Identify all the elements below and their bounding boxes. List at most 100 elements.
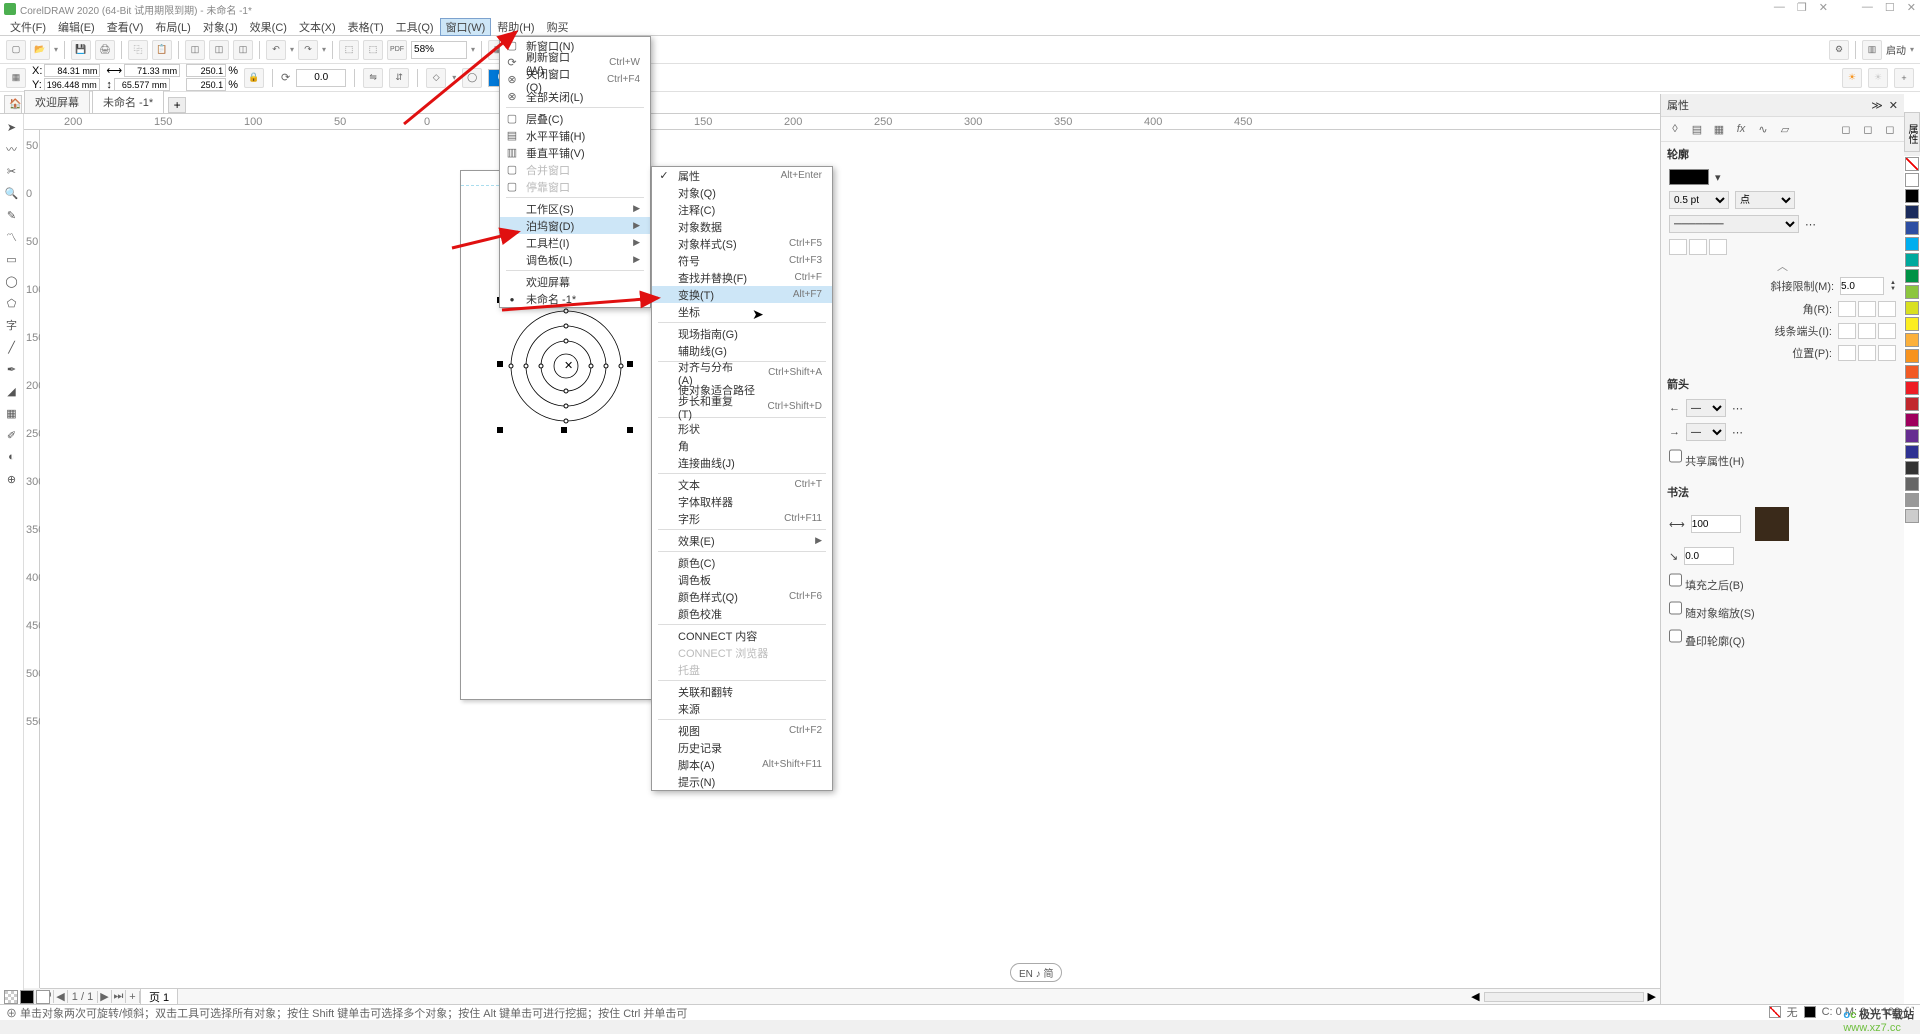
hscrollbar[interactable] <box>1484 992 1644 1002</box>
fx-tab-icon[interactable]: fx <box>1733 121 1749 137</box>
outline-tab-icon[interactable]: ◊ <box>1667 121 1683 137</box>
layout-icon[interactable]: ▥ <box>1862 40 1882 60</box>
pos-c[interactable] <box>1878 345 1896 361</box>
docker-menu-item[interactable]: 查找并替换(F)Ctrl+F <box>652 269 832 286</box>
no-color-swatch[interactable] <box>1905 157 1919 171</box>
page-next[interactable]: ▶ <box>98 990 112 1003</box>
page-prev[interactable]: ◀ <box>54 990 68 1003</box>
fill-tool[interactable]: ◐ <box>3 448 21 466</box>
arrow-start-more[interactable]: ⋯ <box>1732 402 1743 415</box>
color-swatch[interactable] <box>1905 381 1919 395</box>
menu-0[interactable]: 文件(F) <box>4 18 52 36</box>
miter-spinner[interactable]: ▲▼ <box>1890 280 1896 292</box>
color-swatch[interactable] <box>1905 317 1919 331</box>
outline-unit-select[interactable]: 点 <box>1735 191 1795 209</box>
tab-icon-c[interactable]: ◻ <box>1882 121 1898 137</box>
expand-up-icon[interactable]: ︿ <box>1661 258 1904 274</box>
eyedropper-tool[interactable]: ✐ <box>3 426 21 444</box>
page-add[interactable]: + <box>126 991 140 1003</box>
white-swatch[interactable] <box>36 990 50 1004</box>
dash-b[interactable] <box>1689 239 1707 255</box>
close-button[interactable]: ✕ <box>1819 1 1828 14</box>
cap-b[interactable] <box>1858 323 1876 339</box>
paste-button[interactable]: 📋 <box>152 40 172 60</box>
tab-icon-b[interactable]: ◻ <box>1860 121 1876 137</box>
color-swatch[interactable] <box>1905 477 1919 491</box>
redo-button[interactable]: ↷ <box>298 40 318 60</box>
color-swatch[interactable] <box>1905 301 1919 315</box>
zoom-input[interactable] <box>411 41 467 59</box>
docker-menu-item[interactable]: 颜色校准 <box>652 605 832 622</box>
bitmap-tab-icon[interactable]: ▱ <box>1777 121 1793 137</box>
color-dropdown-icon[interactable]: ▾ <box>1715 171 1721 184</box>
color-swatch[interactable] <box>1905 429 1919 443</box>
docker-menu-item[interactable]: 注释(C) <box>652 201 832 218</box>
open-button[interactable]: 📂 <box>30 40 50 60</box>
menu-6[interactable]: 文本(X) <box>293 18 342 36</box>
pen-tool[interactable]: ✒ <box>3 360 21 378</box>
pick-tool[interactable]: ➤ <box>3 118 21 136</box>
mirror-v-icon[interactable]: ⇵ <box>389 68 409 88</box>
page-tab[interactable]: 页 1 <box>140 988 178 1006</box>
window-menu-item[interactable]: ⊗全部关闭(L) <box>500 88 650 105</box>
curve-tab-icon[interactable]: ∿ <box>1755 121 1771 137</box>
align-icon2[interactable]: ☀ <box>1868 68 1888 88</box>
docker-side-tab[interactable]: 属性 <box>1904 112 1920 152</box>
window-menu-item[interactable]: 工具栏(I)▶ <box>500 234 650 251</box>
ellipse-tool[interactable]: ◯ <box>3 272 21 290</box>
hscroll-left[interactable]: ◀ <box>1467 990 1483 1003</box>
window-menu-item[interactable]: ⊗关闭窗口(Q)Ctrl+F4 <box>500 71 650 88</box>
window-menu-item[interactable]: 工作区(S)▶ <box>500 200 650 217</box>
transparency-tool[interactable]: ▦ <box>3 404 21 422</box>
no-fill-swatch[interactable] <box>4 990 18 1004</box>
copy-button[interactable]: ⿻ <box>128 40 148 60</box>
fill-icon[interactable]: ◇ <box>426 68 446 88</box>
docker-menu-item[interactable]: 历史记录 <box>652 739 832 756</box>
outline-width-select[interactable]: 0.5 pt <box>1669 191 1729 209</box>
hscroll-right[interactable]: ▶ <box>1644 990 1660 1003</box>
docker-menu-item[interactable]: 对象数据 <box>652 218 832 235</box>
pos-a[interactable] <box>1838 345 1856 361</box>
docker-menu-item[interactable]: 视图Ctrl+F2 <box>652 722 832 739</box>
docker-menu-item[interactable]: 变换(T)Alt+F7 <box>652 286 832 303</box>
width-input[interactable] <box>124 64 180 77</box>
dash-a[interactable] <box>1669 239 1687 255</box>
docker-menu-item[interactable]: 对象样式(S)Ctrl+F5 <box>652 235 832 252</box>
btn-a[interactable]: ◫ <box>185 40 205 60</box>
menu-8[interactable]: 工具(Q) <box>390 18 440 36</box>
freehand-tool[interactable]: ✎ <box>3 206 21 224</box>
docker-menu-item[interactable]: 来源 <box>652 700 832 717</box>
pos-x-input[interactable] <box>44 64 100 77</box>
pos-b[interactable] <box>1858 345 1876 361</box>
docker-menu-item[interactable]: 脚本(A)Alt+Shift+F11 <box>652 756 832 773</box>
color-swatch[interactable] <box>1905 509 1919 523</box>
color-swatch[interactable] <box>1905 365 1919 379</box>
overprint-checkbox[interactable]: 叠印轮廓(Q) <box>1669 627 1745 649</box>
docker-menu-item[interactable]: 字体取样器 <box>652 493 832 510</box>
rotation-input[interactable] <box>296 69 346 87</box>
btn-b[interactable]: ◫ <box>209 40 229 60</box>
corner-b[interactable] <box>1858 301 1876 317</box>
docker-menu-item[interactable]: 文本Ctrl+T <box>652 476 832 493</box>
cap-c[interactable] <box>1878 323 1896 339</box>
menu-2[interactable]: 查看(V) <box>101 18 150 36</box>
window-menu-item[interactable]: 欢迎屏幕 <box>500 273 650 290</box>
docker-menu-item[interactable]: 符号Ctrl+F3 <box>652 252 832 269</box>
print-button[interactable]: 🖨 <box>95 40 115 60</box>
transparency-tab-icon[interactable]: ▦ <box>1711 121 1727 137</box>
docker-menu-item[interactable]: 字形Ctrl+F11 <box>652 510 832 527</box>
polygon-tool[interactable]: ⬠ <box>3 294 21 312</box>
color-swatch[interactable] <box>1905 461 1919 475</box>
expand-icon[interactable]: ⊕ <box>3 470 21 488</box>
tab-icon-a[interactable]: ◻ <box>1838 121 1854 137</box>
window-menu-item[interactable]: 未命名 -1* <box>500 290 650 307</box>
docker-collapse-icon[interactable]: ≫ <box>1871 100 1883 112</box>
miter-input[interactable] <box>1840 277 1884 295</box>
outline-color-swatch[interactable] <box>1669 169 1709 185</box>
docker-menu-item[interactable]: 关联和翻转 <box>652 683 832 700</box>
document-tab[interactable]: 未命名 -1* <box>92 90 164 113</box>
color-swatch[interactable] <box>1905 237 1919 251</box>
menu-11[interactable]: 购买 <box>541 18 575 36</box>
docker-menu-item[interactable]: CONNECT 内容 <box>652 627 832 644</box>
docker-close-icon[interactable]: ✕ <box>1889 100 1898 112</box>
